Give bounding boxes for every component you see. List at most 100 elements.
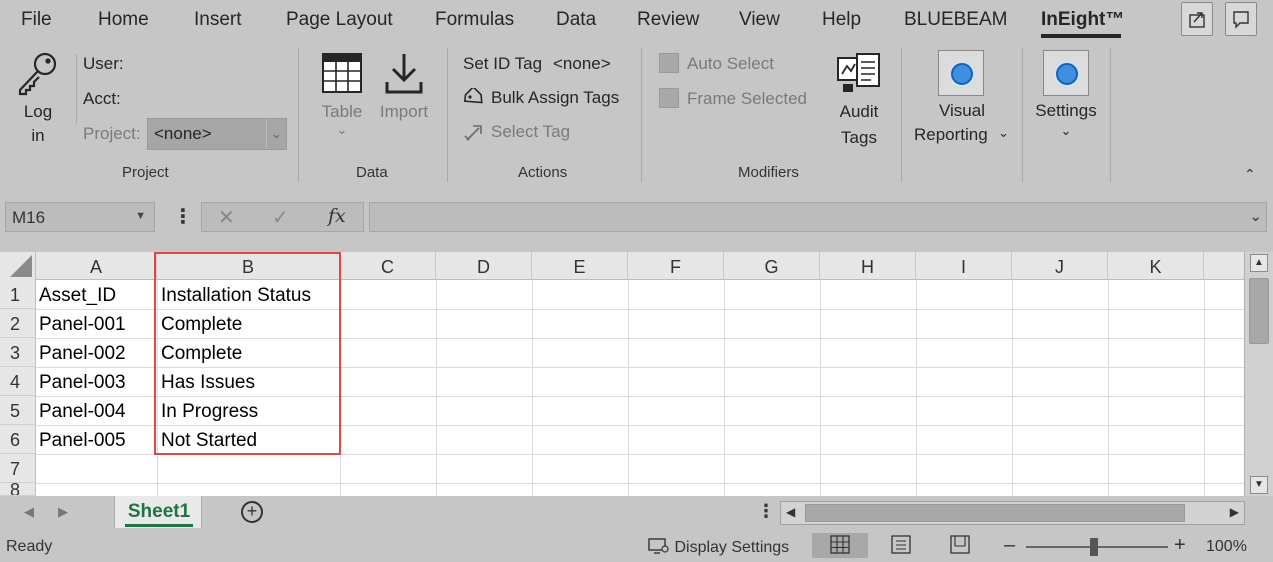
group-separator xyxy=(901,48,902,182)
login-label-2: in xyxy=(31,126,45,145)
confirm-icon[interactable]: ✓ xyxy=(272,205,289,230)
sheet-tab-underline xyxy=(125,524,193,527)
login-button[interactable]: Log in xyxy=(12,50,66,150)
audit-label-2: Tags xyxy=(841,128,877,147)
cell-a4[interactable]: Panel-003 xyxy=(39,368,126,397)
column-header[interactable]: J xyxy=(1012,252,1108,280)
row-header[interactable]: 8 xyxy=(0,483,36,496)
frame-selected-checkbox[interactable] xyxy=(659,88,679,108)
zoom-in-button[interactable]: + xyxy=(1174,534,1186,557)
project-select[interactable]: <none> ⌄ xyxy=(147,118,287,150)
group-label-modifiers: Modifiers xyxy=(738,164,799,181)
group-separator xyxy=(1022,48,1023,182)
tab-file[interactable]: File xyxy=(21,9,52,31)
normal-view-button[interactable] xyxy=(812,533,868,558)
column-header[interactable]: E xyxy=(532,252,628,280)
scroll-right-button[interactable]: ▶ xyxy=(1230,505,1239,519)
cell-a2[interactable]: Panel-001 xyxy=(39,310,126,339)
scroll-down-button[interactable]: ▼ xyxy=(1250,476,1268,494)
group-separator xyxy=(1110,48,1111,182)
sheet-tab-label: Sheet1 xyxy=(127,501,191,522)
display-settings-button[interactable]: Display Settings xyxy=(648,538,789,557)
grid-line xyxy=(1108,280,1109,496)
prev-sheet-icon[interactable]: ◀ xyxy=(24,504,34,520)
tab-data[interactable]: Data xyxy=(556,9,596,31)
page-break-view-button[interactable] xyxy=(932,533,988,558)
select-tag-button[interactable]: Select Tag xyxy=(463,122,633,146)
select-all-button[interactable] xyxy=(0,252,36,280)
share-button[interactable] xyxy=(1181,2,1213,36)
share-icon xyxy=(1189,12,1205,28)
cell-a6[interactable]: Panel-005 xyxy=(39,426,126,455)
set-id-tag-button[interactable]: Set ID Tag <none> xyxy=(463,54,633,78)
audit-tags-button[interactable]: Audit Tags xyxy=(830,52,888,152)
visual-reporting-label-2: Reporting xyxy=(914,125,988,144)
cell-a1[interactable]: Asset_ID xyxy=(39,281,116,310)
login-label-1: Log xyxy=(23,102,53,121)
tab-bluebeam[interactable]: BLUEBEAM xyxy=(904,9,1007,31)
comments-button[interactable] xyxy=(1225,2,1257,36)
row-header[interactable]: 2 xyxy=(0,309,36,338)
table-icon xyxy=(322,53,362,93)
tag-icon xyxy=(463,88,483,104)
column-header[interactable]: D xyxy=(436,252,532,280)
zoom-slider-thumb[interactable] xyxy=(1090,538,1098,556)
collapse-ribbon-icon[interactable]: ⌃ xyxy=(1244,166,1256,183)
tab-page-layout[interactable]: Page Layout xyxy=(286,9,393,31)
project-label: Project: xyxy=(83,124,141,143)
grid-line xyxy=(724,280,725,496)
tab-ineight[interactable]: InEight™ xyxy=(1041,9,1124,31)
import-button[interactable]: Import xyxy=(374,52,434,152)
formula-input[interactable]: ⌄ xyxy=(369,202,1267,232)
auto-select-checkbox[interactable] xyxy=(659,53,679,73)
expand-formula-icon[interactable]: ⌄ xyxy=(1249,207,1262,225)
row-header[interactable]: 7 xyxy=(0,454,36,483)
cancel-icon[interactable]: ✕ xyxy=(218,205,235,230)
scroll-up-button[interactable]: ▲ xyxy=(1250,254,1268,272)
row-header[interactable]: 3 xyxy=(0,338,36,367)
tab-help[interactable]: Help xyxy=(822,9,861,31)
key-icon xyxy=(18,52,57,96)
more-options-icon[interactable]: ⋮ xyxy=(173,204,193,229)
chevron-down-icon: ⌄ xyxy=(998,125,1009,140)
next-sheet-icon[interactable]: ▶ xyxy=(58,504,68,520)
row-header[interactable]: 5 xyxy=(0,396,36,425)
cell-a3[interactable]: Panel-002 xyxy=(39,339,126,368)
vertical-scroll-thumb[interactable] xyxy=(1249,278,1269,344)
column-header[interactable]: H xyxy=(820,252,916,280)
horizontal-scrollbar[interactable]: ◀ ▶ xyxy=(780,501,1245,525)
name-box[interactable]: M16 ▼ xyxy=(5,202,155,232)
row-header[interactable]: 6 xyxy=(0,425,36,454)
table-button[interactable]: Table ⌄ xyxy=(316,52,368,152)
cell-a5[interactable]: Panel-004 xyxy=(39,397,126,426)
row-header[interactable]: 1 xyxy=(0,280,36,309)
column-header[interactable]: I xyxy=(916,252,1012,280)
visual-reporting-button[interactable]: Visual Reporting ⌄ xyxy=(910,50,1014,160)
page-layout-view-button[interactable] xyxy=(873,533,929,558)
tab-insert[interactable]: Insert xyxy=(194,9,242,31)
worksheet-grid[interactable]: A B C D E F G H I J K 1 2 3 4 5 6 7 8 As… xyxy=(0,252,1244,496)
function-icon[interactable]: fx xyxy=(328,205,346,227)
scroll-left-button[interactable]: ◀ xyxy=(786,505,795,519)
vertical-scrollbar[interactable]: ▲ ▼ xyxy=(1244,252,1273,496)
column-header[interactable]: A xyxy=(36,252,157,280)
tab-view[interactable]: View xyxy=(739,9,780,31)
more-options-icon[interactable]: ⋮ xyxy=(757,501,775,522)
settings-button[interactable]: Settings ⌄ xyxy=(1030,50,1102,160)
zoom-out-button[interactable]: – xyxy=(1004,534,1015,557)
bulk-assign-tags-button[interactable]: Bulk Assign Tags xyxy=(463,88,643,112)
horizontal-scroll-thumb[interactable] xyxy=(805,504,1185,522)
tab-home[interactable]: Home xyxy=(98,9,149,31)
column-header[interactable]: K xyxy=(1108,252,1204,280)
column-header[interactable]: F xyxy=(628,252,724,280)
grid-line xyxy=(436,280,437,496)
tab-formulas[interactable]: Formulas xyxy=(435,9,514,31)
row-header[interactable]: 4 xyxy=(0,367,36,396)
set-id-tag-label: Set ID Tag xyxy=(463,54,543,73)
zoom-level[interactable]: 100% xyxy=(1206,538,1247,556)
sheet-tab[interactable]: Sheet1 xyxy=(114,496,202,528)
column-header[interactable]: G xyxy=(724,252,820,280)
add-sheet-icon[interactable]: + xyxy=(241,501,263,523)
column-header[interactable]: C xyxy=(340,252,436,280)
tab-review[interactable]: Review xyxy=(637,9,699,31)
